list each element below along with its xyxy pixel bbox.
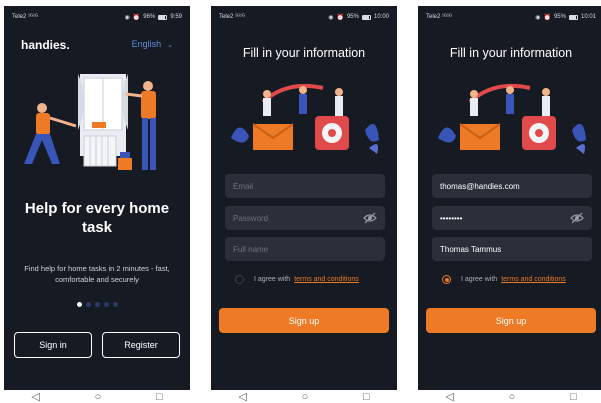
- alarm-icon: ⏰: [336, 14, 344, 21]
- agree-label: I agree with: [254, 276, 291, 283]
- onboarding-screen: Tele2 ¹ᴳ¹ᴳ ◉ ⏰ 96% 9:59 handies. English…: [4, 6, 190, 390]
- eye-status-icon: ◉: [535, 14, 541, 21]
- home-icon[interactable]: ○: [95, 391, 102, 403]
- status-bar: Tele2 ¹ᴳ¹ᴳ ◉ ⏰ 96% 9:59: [4, 6, 190, 28]
- system-nav-bar: ◁ ○ □: [418, 390, 601, 403]
- email-field[interactable]: Email: [225, 174, 385, 198]
- terms-agreement: I agree with terms and conditions: [235, 275, 359, 284]
- fullname-placeholder: Full name: [233, 244, 269, 254]
- signup-empty-screen: Tele2 ¹ᴳ¹ᴳ ◉ ⏰ 95% 10:00 Fill in your in…: [211, 6, 397, 390]
- recents-icon[interactable]: □: [156, 391, 163, 403]
- terms-agreement: I agree with terms and conditions: [442, 275, 566, 284]
- battery-percent: 96%: [143, 14, 156, 20]
- home-repair-illustration: [24, 74, 156, 170]
- alarm-icon: ⏰: [132, 14, 141, 21]
- recents-icon[interactable]: □: [363, 391, 370, 403]
- terms-link[interactable]: terms and conditions: [294, 276, 359, 283]
- register-button[interactable]: Register: [102, 332, 180, 358]
- communication-illustration: [231, 83, 379, 154]
- terms-link[interactable]: terms and conditions: [501, 276, 566, 283]
- battery-icon: [158, 14, 168, 20]
- clock: 10:01: [580, 14, 596, 20]
- carrier-label: Tele2 ¹ᴳ¹ᴳ: [12, 14, 38, 20]
- clock: 9:59: [170, 14, 182, 20]
- pager-dots: [4, 302, 190, 307]
- page-title: Fill in your information: [242, 46, 366, 60]
- password-field[interactable]: Password: [225, 206, 385, 230]
- system-nav-bar: ◁ ○ □: [4, 390, 190, 403]
- eye-status-icon: ◉: [328, 14, 334, 21]
- eye-status-icon: ◉: [124, 14, 130, 21]
- status-bar: Tele2 ¹ᴳ¹ᴳ ◉ ⏰ 95% 10:00: [211, 6, 397, 28]
- eye-off-icon[interactable]: [570, 212, 584, 224]
- carrier-label: Tele2 ¹ᴳ¹ᴳ: [219, 14, 245, 20]
- language-label: English: [131, 39, 162, 49]
- email-placeholder: Email: [233, 181, 254, 191]
- agree-radio[interactable]: [442, 275, 451, 284]
- eye-off-icon[interactable]: [363, 212, 377, 224]
- email-field[interactable]: thomas@handies.com: [432, 174, 592, 198]
- status-bar: Tele2 ¹ᴳ¹ᴳ ◉ ⏰ 95% 10:01: [418, 6, 601, 28]
- system-nav-bar: ◁ ○ □: [211, 390, 397, 403]
- brand-logo: handies.: [21, 38, 70, 52]
- fullname-value: Thomas Tammus: [440, 244, 502, 254]
- battery-icon: [568, 14, 578, 20]
- fullname-field[interactable]: Full name: [225, 237, 385, 261]
- agree-radio[interactable]: [235, 275, 244, 284]
- battery-percent: 95%: [553, 14, 566, 20]
- agree-label: I agree with: [461, 276, 498, 283]
- language-selector[interactable]: English ⌄: [132, 39, 173, 49]
- headline: Help for every home task: [24, 200, 170, 236]
- alarm-icon: ⏰: [543, 14, 551, 21]
- communication-illustration: [438, 83, 586, 154]
- subline: Find help for home tasks in 2 minutes - …: [24, 264, 170, 284]
- pager-dot[interactable]: [103, 302, 109, 307]
- home-icon[interactable]: ○: [509, 391, 516, 403]
- chevron-down-icon: ⌄: [167, 42, 173, 49]
- password-field[interactable]: ••••••••: [432, 206, 592, 230]
- recents-icon[interactable]: □: [570, 391, 577, 403]
- home-icon[interactable]: ○: [302, 391, 309, 403]
- pager-dot[interactable]: [76, 302, 82, 307]
- carrier-label: Tele2 ¹ᴳ¹ᴳ: [426, 14, 452, 20]
- email-value: thomas@handies.com: [440, 181, 520, 191]
- sign-up-button[interactable]: Sign up: [426, 308, 596, 333]
- sign-in-button[interactable]: Sign in: [14, 332, 92, 358]
- back-icon[interactable]: ◁: [445, 390, 453, 403]
- back-icon[interactable]: ◁: [238, 390, 246, 403]
- page-title: Fill in your information: [449, 46, 573, 60]
- battery-icon: [361, 14, 371, 20]
- password-placeholder: Password: [233, 213, 269, 223]
- password-value: ••••••••: [440, 213, 463, 223]
- fullname-field[interactable]: Thomas Tammus: [432, 237, 592, 261]
- back-icon[interactable]: ◁: [31, 390, 39, 403]
- clock: 10:00: [373, 14, 389, 20]
- pager-dot[interactable]: [85, 302, 91, 307]
- pager-dot[interactable]: [112, 302, 118, 307]
- pager-dot[interactable]: [94, 302, 100, 307]
- battery-percent: 95%: [346, 14, 359, 20]
- signup-filled-screen: Tele2 ¹ᴳ¹ᴳ ◉ ⏰ 95% 10:01 Fill in your in…: [418, 6, 601, 390]
- sign-up-button[interactable]: Sign up: [219, 308, 389, 333]
